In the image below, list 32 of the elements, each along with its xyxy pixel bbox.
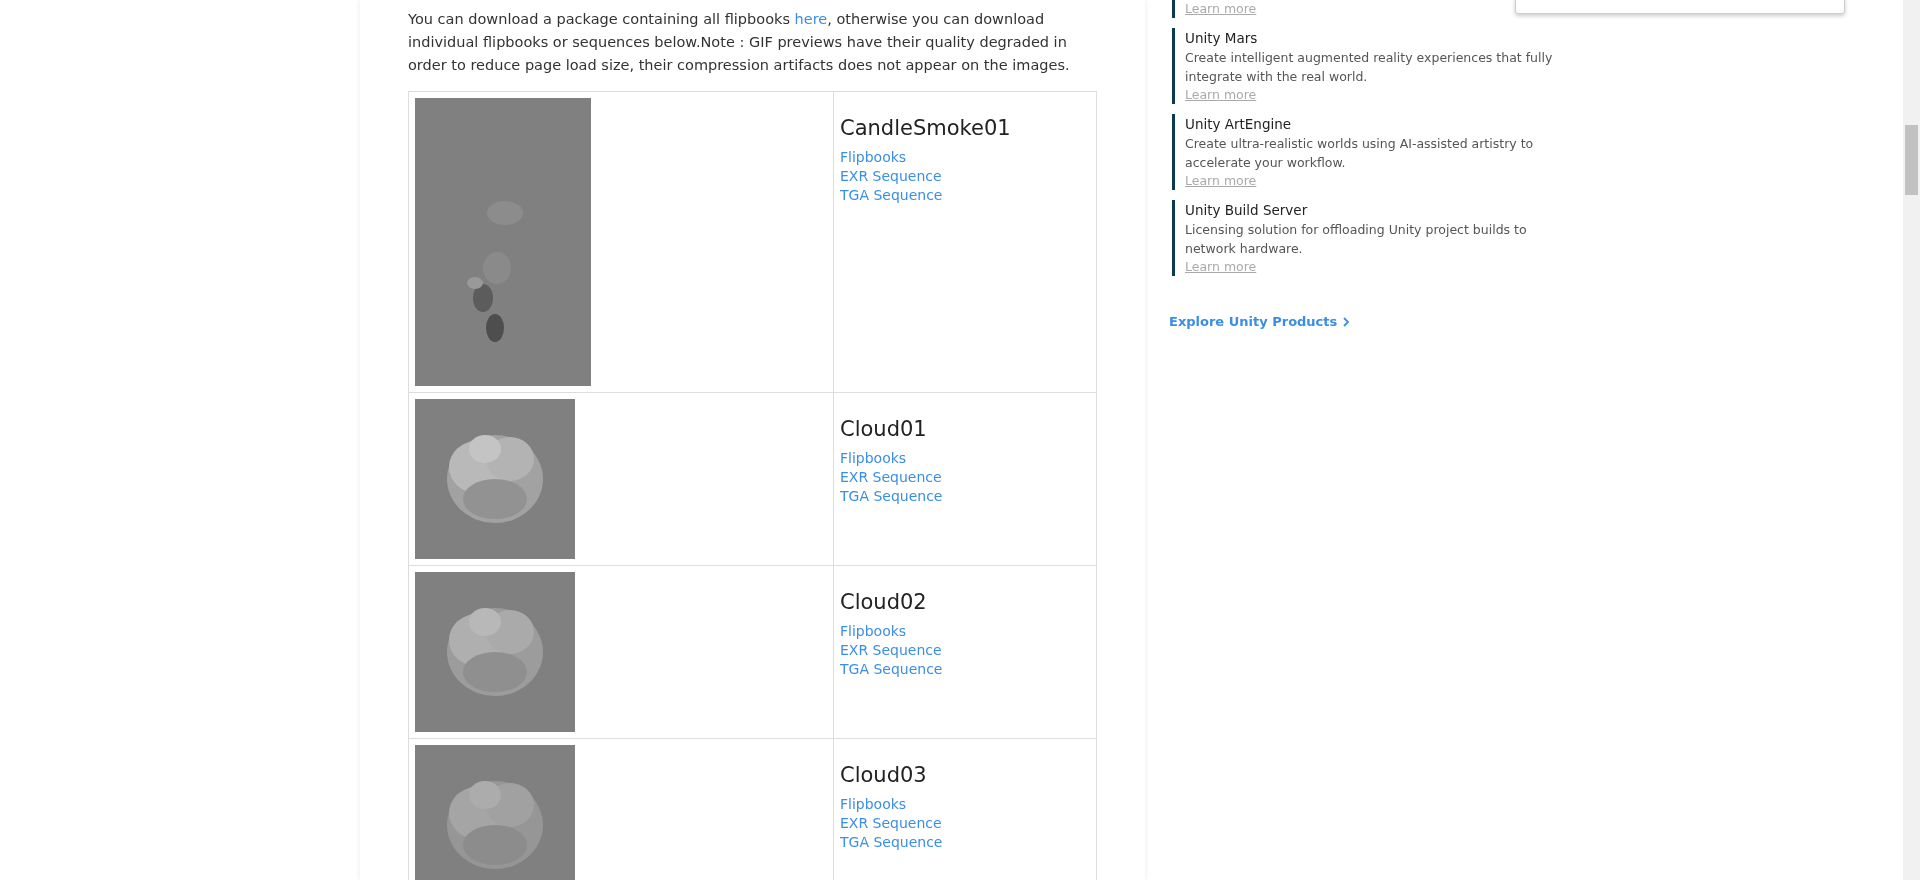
- flipbook-title: Cloud02: [840, 590, 928, 614]
- download-link[interactable]: EXR Sequence: [840, 167, 942, 186]
- learn-more-link[interactable]: Learn more: [1185, 86, 1257, 104]
- learn-more-link[interactable]: Learn more: [1185, 258, 1257, 276]
- download-link[interactable]: EXR Sequence: [840, 814, 942, 833]
- learn-more-link[interactable]: Learn more: [1185, 0, 1257, 18]
- learn-more-link[interactable]: Learn more: [1185, 172, 1257, 190]
- product-description: Create intelligent augmented reality experiences that fully integrate with the real world.: [1185, 49, 1554, 86]
- flipbook-title: CandleSmoke01: [840, 116, 1012, 140]
- download-link[interactable]: EXR Sequence: [840, 468, 942, 487]
- download-link[interactable]: Flipbooks: [840, 795, 907, 814]
- download-link[interactable]: TGA Sequence: [840, 833, 943, 852]
- download-link[interactable]: TGA Sequence: [840, 186, 943, 205]
- product-description: Create ultra-realistic worlds using AI-assisted artistry to accelerate your workflow.: [1185, 135, 1535, 172]
- scroll-thumb[interactable]: [1905, 125, 1918, 195]
- product-title: Unity Build Server: [1185, 201, 1309, 220]
- scrollbar[interactable]: [1903, 0, 1920, 880]
- chevron-icon: [1343, 316, 1351, 327]
- product-title: Unity ArtEngine: [1185, 115, 1293, 134]
- here-link[interactable]: here: [794, 11, 828, 27]
- explore-link[interactable]: Explore Unity Products: [1169, 314, 1351, 329]
- download-link[interactable]: EXR Sequence: [840, 641, 942, 660]
- intro-paragraph: You can download a package containing all flipbooks here, otherwise you can download individual flipbooks or sequences below.Note : GIF previews have their quality degraded in order to reduce page load size, their compression artifacts does not appear on the images.: [408, 10, 1071, 75]
- download-link[interactable]: Flipbooks: [840, 622, 907, 641]
- download-link[interactable]: Flipbooks: [840, 449, 907, 468]
- download-link[interactable]: Flipbooks: [840, 148, 907, 167]
- product-title: Unity Mars: [1185, 29, 1259, 48]
- flipbook-title: Cloud03: [840, 763, 928, 787]
- flipbook-title: Cloud01: [840, 417, 928, 441]
- product-description: Licensing solution for offloading Unity project builds to network hardware.: [1185, 221, 1528, 258]
- download-link[interactable]: TGA Sequence: [840, 660, 943, 679]
- download-link[interactable]: TGA Sequence: [840, 487, 943, 506]
